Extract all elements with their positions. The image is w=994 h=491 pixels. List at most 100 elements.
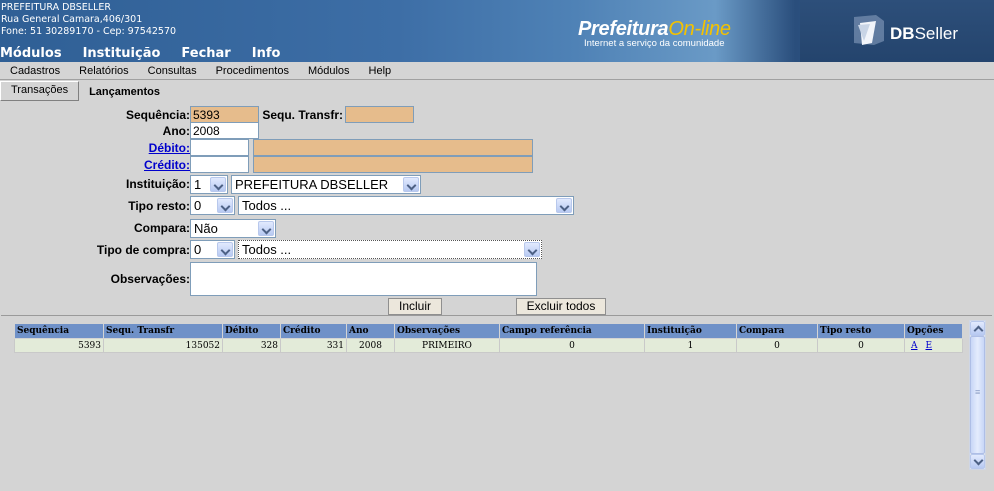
col-compara: Compara [736,323,818,339]
topmenu-instituicao[interactable]: Instituição [83,46,161,61]
ano-field[interactable]: 2008 [190,122,259,139]
credito-link[interactable]: Crédito: [144,158,190,172]
debito-link[interactable]: Débito: [149,141,190,155]
chevron-down-icon[interactable] [210,177,226,192]
brand-accent-text: On-line [668,18,731,40]
menu-modulos[interactable]: Módulos [298,65,350,77]
tipo-compra-label: Tipo de compra: [96,243,190,257]
scroll-up-icon[interactable] [970,321,985,336]
cell-credito: 331 [280,338,347,353]
vendor-name: DBSeller [890,24,958,44]
menu-consultas[interactable]: Consultas [138,65,197,77]
compara-value: Não [194,221,218,236]
chevron-down-icon[interactable] [556,198,572,213]
incluir-button[interactable]: Incluir [388,298,442,315]
cell-observacoes: PRIMEIRO [394,338,500,353]
cell-ano: 2008 [346,338,395,353]
col-observacoes: Observações [394,323,500,339]
sequencia-field[interactable]: 5393 [190,106,259,123]
vendor-name-rest: Seller [914,24,959,43]
credito-label[interactable]: Crédito: [100,158,190,172]
col-debito: Débito [222,323,281,339]
col-campo-referencia: Campo referência [499,323,645,339]
header-banner: PREFEITURA DBSELLER Rua General Camara,4… [0,0,994,62]
col-tipo-resto: Tipo resto [817,323,905,339]
chevron-down-icon[interactable] [217,198,233,213]
chevron-down-icon[interactable] [217,242,233,257]
excluir-link[interactable]: E [926,341,933,351]
tipo-compra-desc-select[interactable]: Todos ... [238,240,542,259]
tipo-resto-desc-value: Todos ... [242,198,292,213]
table-row[interactable]: 5393 135052 328 331 2008 PRIMEIRO 0 1 0 … [14,338,963,353]
cell-campo-referencia: 0 [499,338,645,353]
observacoes-label: Observações: [110,272,190,286]
tipo-resto-label: Tipo resto: [128,199,190,213]
cell-sequencia: 5393 [14,338,104,353]
chevron-down-icon[interactable] [258,221,274,236]
ano-label: Ano: [162,124,190,138]
debito-label[interactable]: Débito: [100,141,190,155]
chevron-down-icon[interactable] [403,177,419,192]
vendor-name-bold: DB [890,24,915,43]
tipo-compra-desc-value: Todos ... [242,242,292,257]
prefeitura-online-logo: PrefeituraOn-line Internet a serviço da … [578,18,731,49]
tipo-resto-desc-select[interactable]: Todos ... [238,196,574,215]
tab-lancamentos[interactable]: Lançamentos [79,81,170,101]
tipo-resto-code-select[interactable]: 0 [190,196,235,215]
cell-debito: 328 [222,338,281,353]
table-header-row: Sequência Sequ. Transfr Débito Crédito A… [14,323,963,339]
sequ-transfr-label: Sequ. Transfr: [262,108,343,122]
credito-field[interactable] [190,156,249,173]
org-phone: Fone: 51 30289170 - Cep: 97542570 [1,26,177,37]
topmenu-info[interactable]: Info [252,46,281,61]
org-name: PREFEITURA DBSELLER [1,2,111,13]
cell-instituicao: 1 [644,338,737,353]
instituicao-name-value: PREFEITURA DBSELLER [235,177,389,192]
scroll-down-icon[interactable] [970,454,985,469]
tipo-compra-code-value: 0 [194,242,202,257]
top-menu: Módulos Instituição Fechar Info [0,46,301,61]
debito-description-field[interactable] [253,139,533,156]
cell-tipo-resto: 0 [817,338,905,353]
brand-subtitle: Internet a serviço da comunidade [584,38,725,49]
cell-compara: 0 [736,338,818,353]
col-credito: Crédito [280,323,347,339]
instituicao-label: Instituição: [125,177,190,191]
cell-opcoes: AE [904,338,963,353]
tab-bar: Transações Lançamentos [0,81,170,101]
menu-relatorios[interactable]: Relatórios [69,65,129,77]
menu-help[interactable]: Help [359,65,392,77]
chevron-down-icon[interactable] [524,242,540,257]
grid-scrollbar[interactable] [969,320,986,470]
alterar-link[interactable]: A [911,341,918,351]
topmenu-modulos[interactable]: Módulos [0,46,62,61]
excluir-todos-button[interactable]: Excluir todos [516,298,606,315]
scrollbar-thumb[interactable] [970,336,985,454]
instituicao-code-value: 1 [194,177,202,192]
dbseller-logo-icon [854,15,884,45]
instituicao-code-select[interactable]: 1 [190,175,228,194]
org-address: Rua General Camara,406/301 [1,14,143,25]
tipo-compra-code-select[interactable]: 0 [190,240,235,259]
col-ano: Ano [346,323,395,339]
org-info: PREFEITURA DBSELLER Rua General Camara,4… [1,2,176,38]
sequencia-label: Sequência: [125,108,190,122]
col-sequ-transfr: Sequ. Transfr [103,323,223,339]
lancamentos-table: Sequência Sequ. Transfr Débito Crédito A… [14,323,963,353]
tab-transacoes[interactable]: Transações [0,81,80,101]
compara-select[interactable]: Não [190,219,276,238]
observacoes-textarea[interactable] [190,262,537,296]
cell-sequ-transfr: 135052 [103,338,223,353]
topmenu-fechar[interactable]: Fechar [181,46,230,61]
credito-description-field[interactable] [253,156,533,173]
debito-field[interactable] [190,139,249,156]
brand-main-text: Prefeitura [578,18,669,40]
menu-cadastros[interactable]: Cadastros [0,65,60,77]
instituicao-name-select[interactable]: PREFEITURA DBSELLER [231,175,421,194]
menubar: Cadastros Relatórios Consultas Procedime… [0,62,994,80]
col-sequencia: Sequência [14,323,104,339]
tipo-resto-code-value: 0 [194,198,202,213]
compara-label: Compara: [133,221,190,235]
sequ-transfr-field[interactable] [345,106,414,123]
menu-procedimentos[interactable]: Procedimentos [206,65,289,77]
